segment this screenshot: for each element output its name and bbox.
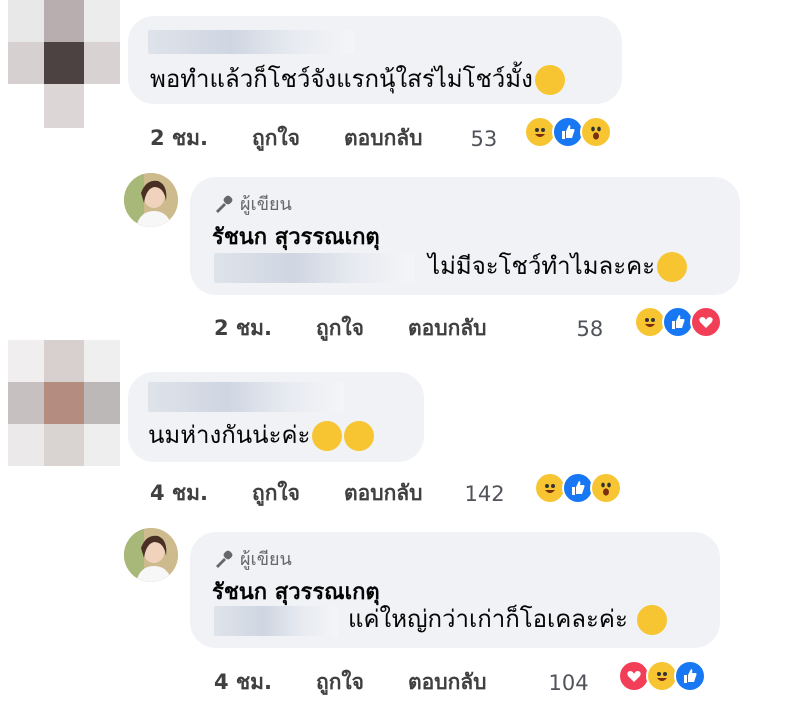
wow-reaction-icon [580,116,612,148]
author-badge: ผู้เขียน [212,544,292,573]
comment-actions: 4 ชม. ถูกใจ ตอบกลับ 142 [150,477,513,510]
wow-reaction-icon [590,472,622,504]
reply-link[interactable]: ตอบกลับ [408,312,487,345]
reply-link[interactable]: ตอบกลับ [344,122,423,155]
reply-actions: 2 ชม. ถูกใจ ตอบกลับ 58 [214,312,611,345]
redacted-username [148,382,344,412]
like-link[interactable]: ถูกใจ [252,122,300,155]
reaction-count[interactable]: 104 [549,671,589,695]
comment-time[interactable]: 2 ชม. [150,122,208,155]
smiling-hearts-emoji-icon [637,605,668,635]
like-link[interactable]: ถูกใจ [316,312,364,345]
comment-bubble: พอทำแล้วก็โชว์จังแรกนุ้ใสร่ไม่โชว์มั้ง [128,16,622,104]
redacted-username [148,30,354,54]
reaction-count[interactable]: 53 [471,127,498,151]
comment-bubble: นมห่างกันน่ะค่ะ [128,372,424,462]
reply-actions: 4 ชม. ถูกใจ ตอบกลับ 104 [214,666,597,699]
redacted-mention [214,606,338,636]
like-link[interactable]: ถูกใจ [316,666,364,699]
comment-actions: 2 ชม. ถูกใจ ตอบกลับ 53 [150,122,505,155]
reply-bubble: ผู้เขียน รัชนก สุวรรณเกตุ ไม่มีจะโชว์ทำไ… [190,177,740,295]
reply-time[interactable]: 2 ชม. [214,312,272,345]
reply-time[interactable]: 4 ชม. [214,666,272,699]
reply-text: แค่ใหญ่กว่าเก่าก็โอเคละค่ะ [348,604,668,635]
reply-link[interactable]: ตอบกลับ [408,666,487,699]
reaction-icons[interactable] [524,116,612,148]
reply-bubble: ผู้เขียน รัชนก สุวรรณเกตุ แค่ใหญ่กว่าเก่… [190,532,720,648]
microphone-icon [216,195,233,213]
author-avatar[interactable] [124,528,178,582]
love-reaction-icon [690,306,722,338]
smiling-emoji-icon [312,421,343,451]
redacted-mention [214,253,414,283]
reply-text: ไม่มีจะโชว์ทำไมละคะ [428,251,688,282]
microphone-icon [216,550,233,568]
comment-time[interactable]: 4 ชม. [150,477,208,510]
reaction-icons[interactable] [534,472,622,504]
reaction-icons[interactable] [634,306,722,338]
laughing-crying-emoji-icon [534,65,565,95]
eye-roll-emoji-icon [344,421,375,451]
like-link[interactable]: ถูกใจ [252,477,300,510]
comment-text: นมห่างกันน่ะค่ะ [148,420,375,451]
author-avatar[interactable] [124,173,178,227]
avatar-blurred[interactable] [8,340,120,466]
comment-text: พอทำแล้วก็โชว์จังแรกนุ้ใสร่ไม่โชว์มั้ง [150,64,565,95]
reaction-count[interactable]: 142 [465,482,505,506]
avatar-blurred[interactable] [8,0,120,128]
author-badge: ผู้เขียน [212,189,292,218]
like-reaction-icon [674,660,706,692]
reaction-icons[interactable] [618,660,706,692]
reaction-count[interactable]: 58 [577,317,604,341]
reply-link[interactable]: ตอบกลับ [344,477,423,510]
rolling-laughing-emoji-icon [657,252,688,282]
author-name[interactable]: รัชนก สุวรรณเกตุ [212,219,380,254]
